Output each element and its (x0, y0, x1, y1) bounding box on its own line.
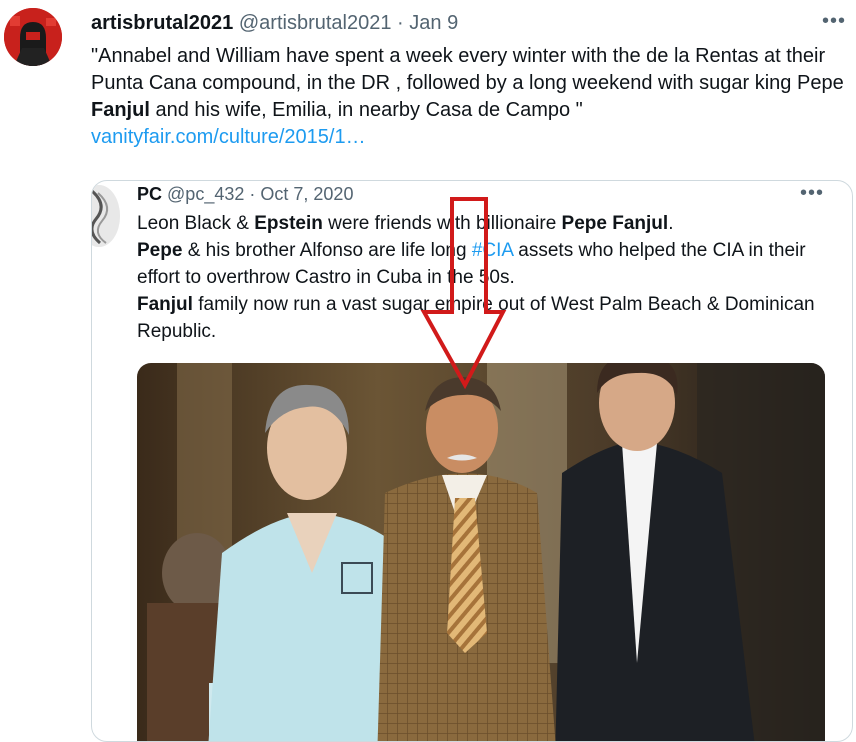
quoted-display-name[interactable]: PC (137, 184, 162, 204)
quoted-header: PC @pc_432 · Oct 7, 2020 (137, 184, 353, 205)
quoted-line-3: Fanjul family now run a vast sugar empir… (137, 291, 842, 345)
tweet-text-part2: and his wife, Emilia, in nearby Casa de … (149, 99, 583, 121)
quoted-date[interactable]: Oct 7, 2020 (260, 184, 353, 204)
quoted-avatar[interactable] (92, 185, 120, 247)
q-l1-bold: Epstein (254, 213, 323, 234)
tweet-text-bold: Fanjul (91, 99, 150, 121)
more-icon[interactable]: ••• (822, 10, 846, 33)
tweet-header: artisbrutal2021 @artisbrutal2021 · Jan 9 (91, 12, 458, 35)
q-l2-bold: Pepe (137, 240, 183, 261)
quoted-handle[interactable]: @pc_432 (167, 184, 244, 204)
q-l1-bold2: Pepe Fanjul (561, 213, 669, 234)
quoted-text: Leon Black & Epstein were friends with b… (137, 210, 842, 345)
q-l1c: . (668, 213, 674, 234)
quoted-photo[interactable] (137, 363, 825, 741)
quoted-more-icon[interactable]: ••• (800, 182, 824, 205)
quoted-line-2: Pepe & his brother Alfonso are life long… (137, 237, 842, 291)
q-l1b: were friends with billionaire (322, 213, 562, 234)
user-handle[interactable]: @artisbrutal2021 (239, 12, 392, 34)
hashtag-cia[interactable]: #CIA (472, 240, 513, 261)
tweet-text: "Annabel and William have spent a week e… (91, 43, 851, 151)
q-l3a: family now run a vast sugar empire out o… (137, 294, 815, 342)
tweet-date[interactable]: Jan 9 (409, 12, 458, 34)
q-l3-bold: Fanjul (137, 294, 193, 315)
quoted-separator: · (249, 184, 256, 204)
tweet-text-part1: "Annabel and William have spent a week e… (91, 45, 844, 94)
q-l1a: Leon Black & (137, 213, 255, 234)
quoted-line-1: Leon Black & Epstein were friends with b… (137, 210, 842, 237)
display-name[interactable]: artisbrutal2021 (91, 12, 233, 34)
q-l2a: & his brother Alfonso are life long (182, 240, 472, 261)
separator: · (397, 12, 404, 34)
article-link[interactable]: vanityfair.com/culture/2015/1… (91, 124, 851, 151)
quoted-tweet-card[interactable]: PC @pc_432 · Oct 7, 2020 ••• Leon Black … (91, 180, 853, 742)
avatar[interactable] (4, 8, 62, 66)
